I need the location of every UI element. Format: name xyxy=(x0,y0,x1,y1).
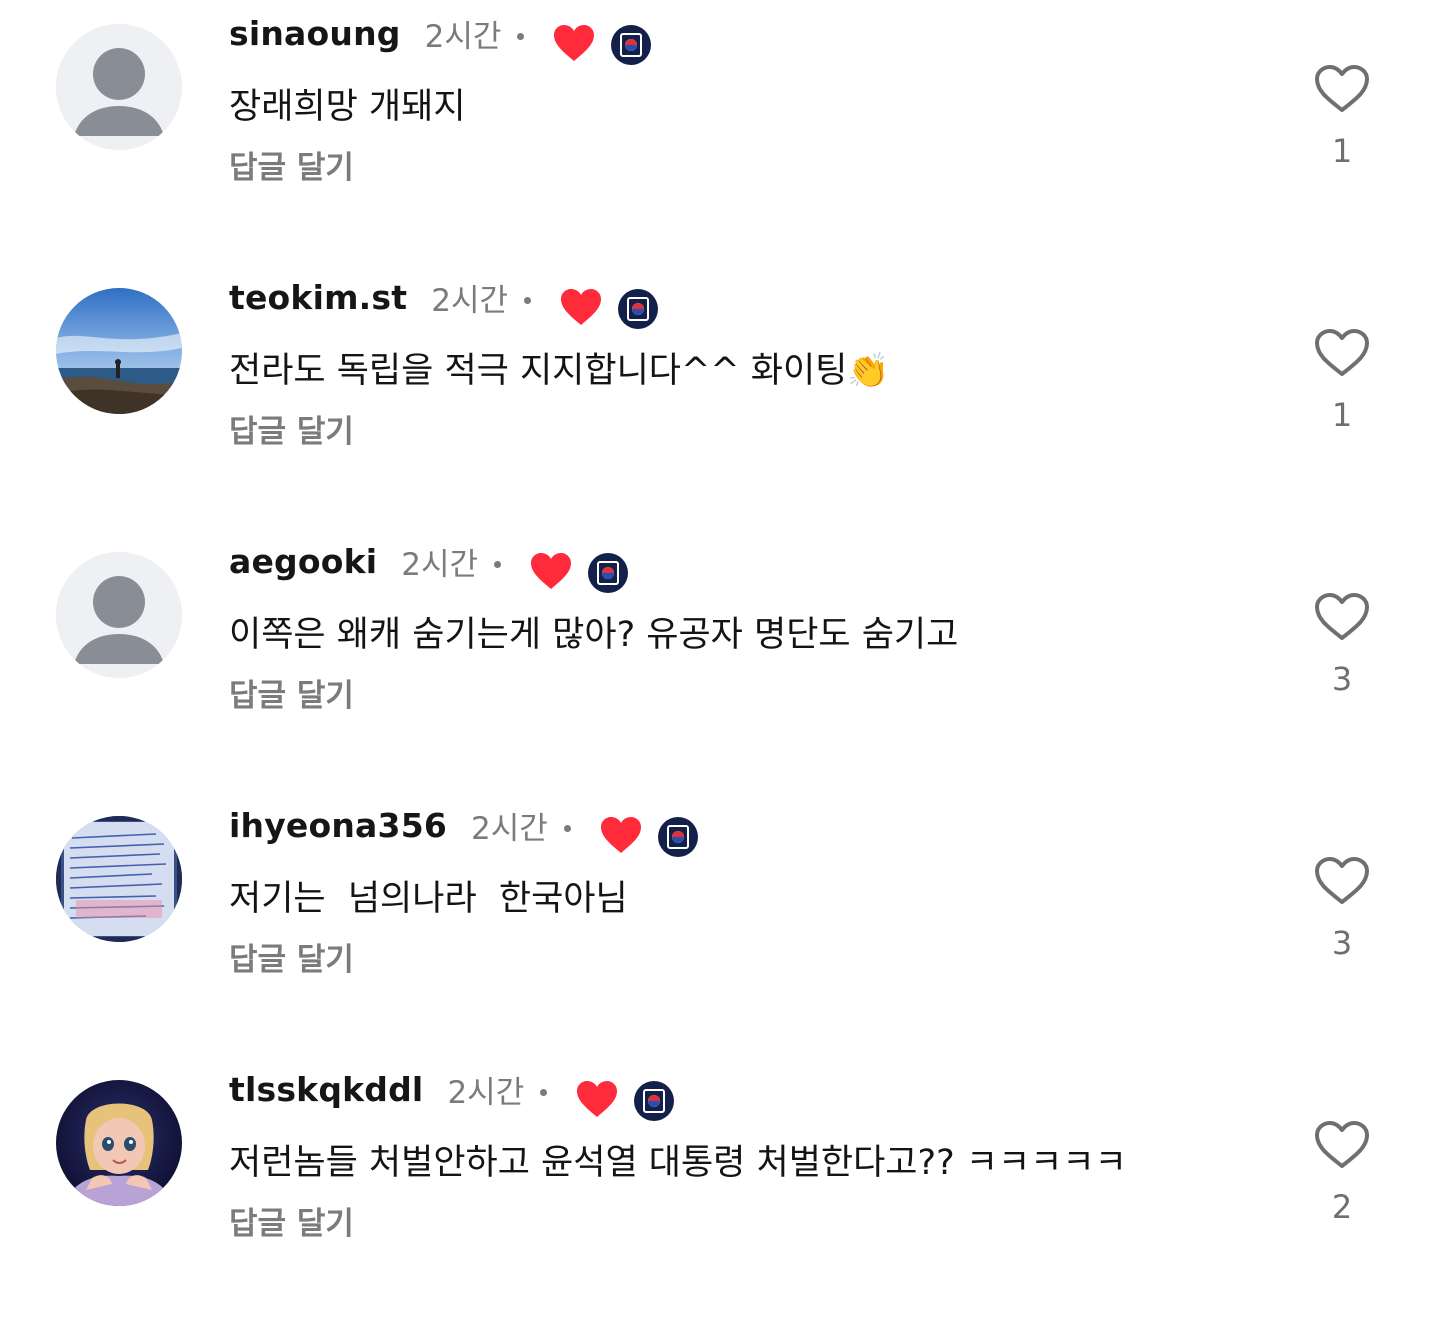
timestamp: 2시간 xyxy=(471,810,548,847)
like-heart-icon[interactable] xyxy=(1314,1120,1370,1170)
taegeuk-flag-badge-icon xyxy=(611,25,652,65)
default-avatar-icon xyxy=(56,24,182,150)
comment-item: ihyeona356 2시간 저기는 넘의나라 한국아님 답글 달기 3 xyxy=(0,792,1440,1056)
like-count: 3 xyxy=(1331,924,1353,962)
like-heart-icon[interactable] xyxy=(1314,64,1370,114)
username[interactable]: sinaoung xyxy=(229,14,401,53)
comment-meta: teokim.st 2시간 xyxy=(229,274,659,329)
photo-handwritten-notebook-icon xyxy=(56,816,182,942)
like-heart-icon[interactable] xyxy=(1314,592,1370,642)
heart-badge-icon xyxy=(531,553,572,589)
avatar[interactable] xyxy=(56,24,182,150)
reply-button[interactable]: 답글 달기 xyxy=(229,934,354,979)
comment-text: 저기는 넘의나라 한국아님 xyxy=(229,879,628,919)
taegeuk-flag-badge-icon xyxy=(618,289,658,329)
avatar[interactable] xyxy=(56,552,182,678)
like-button[interactable]: 1 xyxy=(1300,64,1384,170)
separator-dot xyxy=(517,32,525,40)
reply-button[interactable]: 답글 달기 xyxy=(229,142,354,187)
comment-item: aegooki 2시간 이쪽은 왜캐 숨기는게 많아? 유공자 명단도 숨기고 … xyxy=(0,528,1440,792)
comment-item: tlsskqkddl 2시간 저런놈들 처벌안하고 윤석열 대통령 처벌한다고?… xyxy=(0,1056,1440,1320)
heart-badge-icon xyxy=(600,817,641,853)
taegeuk-flag-badge-icon xyxy=(634,1081,675,1121)
heart-badge-icon xyxy=(577,1081,618,1117)
like-button[interactable]: 1 xyxy=(1300,328,1384,434)
reply-button[interactable]: 답글 달기 xyxy=(229,670,354,715)
comment-meta: sinaoung 2시간 xyxy=(229,10,652,65)
photo-sea-sky-icon xyxy=(56,288,182,414)
like-button[interactable]: 3 xyxy=(1300,856,1384,962)
comment-item: sinaoung 2시간 장래희망 개돼지 답글 달기 1 xyxy=(0,0,1440,264)
separator-dot xyxy=(563,824,571,832)
comment-text: 장래희망 개돼지 xyxy=(229,87,466,127)
separator-dot xyxy=(540,1088,548,1096)
comment-meta: ihyeona356 2시간 xyxy=(229,802,699,857)
timestamp: 2시간 xyxy=(447,1074,525,1111)
comment-item: teokim.st 2시간 전라도 독립을 적극 지지합니다^^ 화이팅👏 답글… xyxy=(0,264,1440,528)
like-count: 3 xyxy=(1331,660,1353,698)
photo-cartoon-girl-icon xyxy=(56,1080,182,1206)
username[interactable]: teokim.st xyxy=(229,278,407,317)
like-count: 2 xyxy=(1331,1188,1353,1226)
separator-dot xyxy=(524,296,531,304)
heart-badge-icon xyxy=(554,25,595,61)
separator-dot xyxy=(494,560,502,568)
like-button[interactable]: 3 xyxy=(1300,592,1384,698)
comment-text: 이쪽은 왜캐 숨기는게 많아? 유공자 명단도 숨기고 xyxy=(229,615,959,655)
comment-text: 전라도 독립을 적극 지지합니다^^ 화이팅👏 xyxy=(229,342,890,393)
comment-text: 저런놈들 처벌안하고 윤석열 대통령 처벌한다고?? ㅋㅋㅋㅋㅋ xyxy=(229,1143,1127,1183)
timestamp: 2시간 xyxy=(401,546,479,583)
avatar[interactable] xyxy=(56,288,182,414)
like-count: 1 xyxy=(1331,132,1353,170)
clapping-hands-emoji: 👏 xyxy=(847,351,890,391)
taegeuk-flag-badge-icon xyxy=(588,553,629,593)
reply-button[interactable]: 답글 달기 xyxy=(229,406,354,451)
reply-button[interactable]: 답글 달기 xyxy=(229,1198,354,1243)
username[interactable]: aegooki xyxy=(229,542,377,581)
comment-meta: tlsskqkddl 2시간 xyxy=(229,1066,675,1121)
timestamp: 2시간 xyxy=(424,18,502,55)
like-heart-icon[interactable] xyxy=(1314,328,1370,378)
like-count: 1 xyxy=(1331,396,1353,434)
taegeuk-flag-badge-icon xyxy=(657,817,698,857)
comment-meta: aegooki 2시간 xyxy=(229,538,629,593)
comment-text-body: 전라도 독립을 적극 지지합니다^^ 화이팅 xyxy=(229,351,848,391)
timestamp: 2시간 xyxy=(431,282,508,319)
username[interactable]: tlsskqkddl xyxy=(229,1070,423,1109)
avatar[interactable] xyxy=(56,1080,182,1206)
like-button[interactable]: 2 xyxy=(1300,1120,1384,1226)
username[interactable]: ihyeona356 xyxy=(229,806,447,845)
avatar[interactable] xyxy=(56,816,182,942)
default-avatar-icon xyxy=(56,552,182,678)
heart-badge-icon xyxy=(561,289,601,325)
like-heart-icon[interactable] xyxy=(1314,856,1370,906)
